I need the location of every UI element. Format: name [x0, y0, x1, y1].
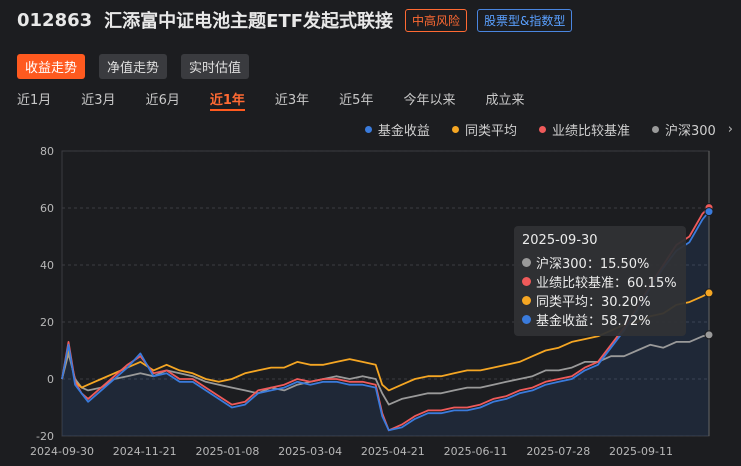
- period-tab-3y[interactable]: 近3年: [275, 89, 309, 108]
- y-tick-label: 80: [40, 145, 54, 158]
- legend-label: 沪深300: [664, 124, 716, 139]
- legend-dot-icon: [651, 126, 659, 133]
- x-tick-label: 2025-07-28: [526, 445, 590, 458]
- y-tick-label: 40: [40, 259, 54, 272]
- legend-peer-average[interactable]: 同类平均: [451, 120, 517, 139]
- tooltip-row-csi300: 沪深300：15.50%: [522, 253, 678, 272]
- tab-realtime-estimate[interactable]: 实时估值: [181, 54, 250, 79]
- endpoint-marker: [704, 207, 714, 217]
- x-tick-label: 2024-09-30: [30, 445, 94, 458]
- legend-dot-icon: [451, 126, 459, 133]
- y-tick-label: 0: [47, 373, 54, 386]
- view-tabs: 收益走势 净值走势 实时估值: [17, 54, 250, 79]
- period-tab-ytd[interactable]: 今年以来: [403, 89, 455, 108]
- period-tab-1y[interactable]: 近1年: [209, 89, 245, 111]
- legend-label: 基金收益: [377, 124, 430, 139]
- legend-fund-return[interactable]: 基金收益: [364, 120, 430, 139]
- tooltip-value: 同类平均：30.20%: [536, 295, 651, 310]
- fund-code: 012863: [17, 9, 93, 31]
- legend-label: 同类平均: [464, 124, 517, 139]
- period-tabs: 近1月 近3月 近6月 近1年 近3年 近5年 今年以来 成立来: [17, 89, 554, 111]
- endpoint-marker: [704, 330, 714, 340]
- tooltip-row-benchmark: 业绩比较基准：60.15%: [522, 272, 678, 291]
- tooltip-row-fund-return: 基金收益：58.72%: [522, 310, 678, 329]
- fund-header: 012863 汇添富中证电池主题ETF发起式联接 中高风险 股票型&指数型: [17, 6, 573, 34]
- period-tab-5y[interactable]: 近5年: [339, 89, 373, 108]
- tab-nav-trend[interactable]: 净值走势: [99, 54, 168, 79]
- chevron-right-icon[interactable]: ›: [728, 122, 733, 137]
- legend-csi300[interactable]: 沪深300 ›: [651, 120, 733, 139]
- series-dot-icon: [522, 277, 531, 286]
- legend-label: 业绩比较基准: [551, 124, 630, 139]
- risk-badge[interactable]: 中高风险: [405, 8, 468, 32]
- x-tick-label: 2025-01-08: [195, 445, 259, 458]
- x-tick-label: 2024-11-21: [113, 445, 177, 458]
- legend-dot-icon: [538, 126, 546, 133]
- legend-dot-icon: [364, 126, 372, 133]
- period-tab-since-inception[interactable]: 成立来: [485, 89, 524, 108]
- x-tick-label: 2025-04-21: [361, 445, 425, 458]
- series-dot-icon: [522, 315, 531, 324]
- x-tick-label: 2025-06-11: [444, 445, 508, 458]
- x-tick-label: 2025-03-04: [278, 445, 342, 458]
- type-badge[interactable]: 股票型&指数型: [477, 8, 573, 32]
- tooltip-date: 2025-09-30: [522, 233, 598, 248]
- chart-tooltip: 2025-09-30 沪深300：15.50% 业绩比较基准：60.15% 同类…: [514, 226, 686, 336]
- tooltip-row-peer-average: 同类平均：30.20%: [522, 291, 678, 310]
- tooltip-value: 沪深300：15.50%: [536, 257, 650, 272]
- fund-name: 汇添富中证电池主题ETF发起式联接: [104, 11, 394, 32]
- series-dot-icon: [522, 258, 531, 267]
- tooltip-value: 业绩比较基准：60.15%: [536, 276, 677, 291]
- tab-return-trend[interactable]: 收益走势: [17, 54, 86, 79]
- endpoint-marker: [704, 288, 714, 298]
- y-tick-label: 20: [40, 316, 54, 329]
- y-tick-label: -20: [36, 430, 54, 443]
- legend-benchmark[interactable]: 业绩比较基准: [538, 120, 630, 139]
- y-tick-label: 60: [40, 202, 54, 215]
- period-tab-6m[interactable]: 近6月: [146, 89, 180, 108]
- series-dot-icon: [522, 296, 531, 305]
- x-tick-label: 2025-09-11: [609, 445, 673, 458]
- tooltip-value: 基金收益：58.72%: [536, 314, 651, 329]
- period-tab-1m[interactable]: 近1月: [17, 89, 51, 108]
- chart-legend: 基金收益 同类平均 业绩比较基准 沪深300 ›: [364, 120, 733, 139]
- period-tab-3m[interactable]: 近3月: [81, 89, 115, 108]
